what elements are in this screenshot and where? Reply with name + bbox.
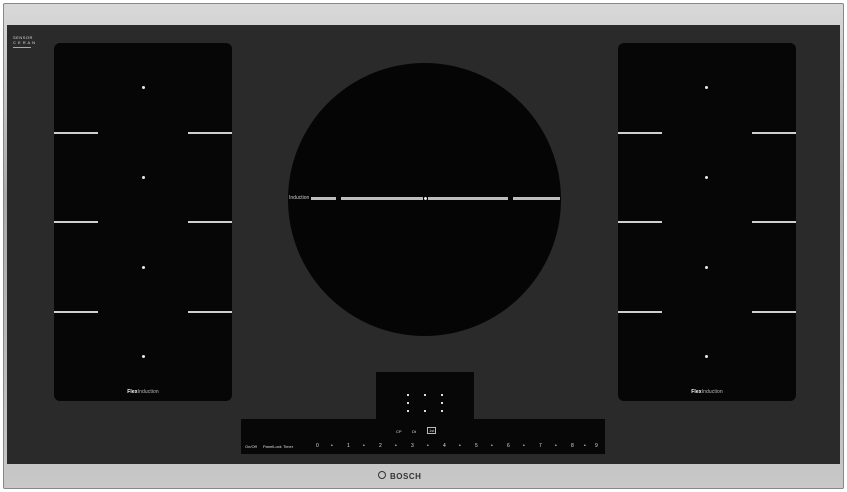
zone-divider (752, 132, 796, 134)
zone-divider (188, 132, 232, 134)
zone-select-dot[interactable] (441, 394, 443, 396)
timer-button[interactable]: Timer (283, 444, 293, 449)
zone-divider (752, 221, 796, 223)
zone-divider (618, 132, 662, 134)
zone-selector-panel[interactable] (376, 372, 474, 420)
zone-select-dot[interactable] (407, 402, 409, 404)
panel-lock-button[interactable]: PanelLock (263, 444, 282, 449)
flex-induction-label: FlexInduction (691, 389, 723, 395)
level-dot: • (363, 443, 365, 449)
level-dot: • (491, 443, 493, 449)
level-5[interactable]: 5 (475, 443, 478, 449)
level-1[interactable]: 1 (347, 443, 350, 449)
level-dot: • (584, 443, 586, 449)
sensor-logo: SENSOR C E R A N (13, 35, 36, 48)
level-3[interactable]: 3 (411, 443, 414, 449)
level-dot: • (459, 443, 461, 449)
on-off-button[interactable]: On/Off (245, 444, 257, 449)
first-button[interactable]: 1st (427, 427, 437, 434)
level-dot: • (523, 443, 525, 449)
zone-marker (142, 355, 145, 358)
zone-select-dot[interactable] (424, 394, 426, 396)
zone-marker (705, 355, 708, 358)
zone-indicator-bar (341, 197, 423, 200)
level-dot: • (555, 443, 557, 449)
zone-divider (188, 221, 232, 223)
cp-button[interactable]: CP (396, 429, 402, 434)
level-9[interactable]: 9 (595, 443, 598, 449)
zone-marker (705, 86, 708, 89)
flex-induction-label: FlexInduction (127, 389, 159, 395)
level-6[interactable]: 6 (507, 443, 510, 449)
sensor-logo-line2: C E R A N (13, 40, 36, 45)
level-dot: • (331, 443, 333, 449)
zone-marker (705, 266, 708, 269)
right-flex-zone[interactable]: FlexInduction (618, 43, 796, 401)
zone-center-marker (424, 197, 427, 200)
left-flex-zone[interactable]: FlexInduction (54, 43, 232, 401)
level-4[interactable]: 4 (443, 443, 446, 449)
zone-divider (54, 132, 98, 134)
zone-indicator-bar (513, 197, 560, 200)
zone-marker (142, 86, 145, 89)
zone-divider (618, 221, 662, 223)
bosch-logo-icon (378, 471, 386, 479)
level-dot: • (395, 443, 397, 449)
zone-indicator-bar (428, 197, 508, 200)
zone-divider (188, 311, 232, 313)
zone-select-dot[interactable] (407, 394, 409, 396)
power-level-slider[interactable]: 0 • 1 • 2 • 3 • 4 • 5 • 6 • 7 • 8 • 9 (312, 443, 604, 450)
zone-select-dot[interactable] (407, 410, 409, 412)
level-2[interactable]: 2 (379, 443, 382, 449)
level-dot: • (427, 443, 429, 449)
zone-marker (705, 176, 708, 179)
zone-select-dot[interactable] (424, 410, 426, 412)
zone-divider (54, 311, 98, 313)
zone-indicator-bar (311, 197, 336, 200)
center-zone-label: Induction (289, 195, 310, 201)
dt-button[interactable]: Dt (412, 429, 416, 434)
zone-select-dot[interactable] (441, 410, 443, 412)
brand-name: BOSCH (390, 472, 422, 481)
zone-divider (54, 221, 98, 223)
zone-divider (618, 311, 662, 313)
level-8[interactable]: 8 (571, 443, 574, 449)
zone-divider (752, 311, 796, 313)
level-7[interactable]: 7 (539, 443, 542, 449)
zone-select-dot[interactable] (441, 402, 443, 404)
level-0[interactable]: 0 (316, 443, 319, 449)
sensor-logo-underline (13, 47, 31, 48)
zone-marker (142, 176, 145, 179)
zone-marker (142, 266, 145, 269)
